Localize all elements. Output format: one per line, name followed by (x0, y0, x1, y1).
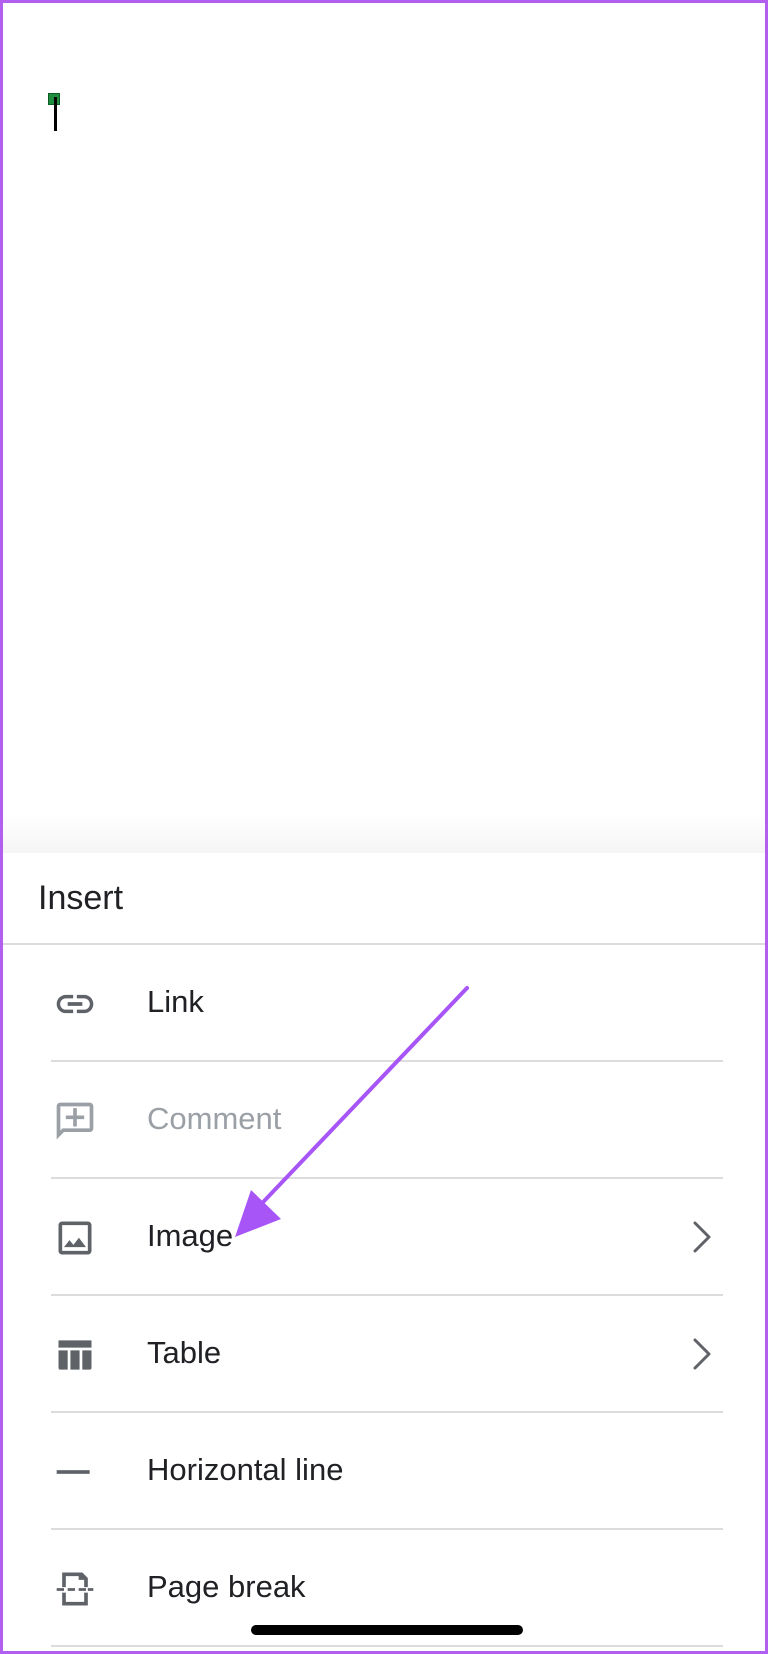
table-icon (58, 1340, 92, 1370)
add-comment-icon (56, 1102, 94, 1140)
menu-item-link[interactable]: Link (3, 945, 765, 1062)
screenshot-frame: Insert Link Comment Image Table Horizont… (0, 0, 768, 1654)
sheet-shadow (3, 813, 765, 853)
horizontal-line-icon (56, 1470, 90, 1474)
menu-item-comment[interactable]: Comment (3, 1062, 765, 1179)
menu-item-label: Table (147, 1335, 222, 1370)
chevron-right-icon (693, 1338, 711, 1370)
menu-item-image[interactable]: Image (3, 1179, 765, 1296)
sheet-header: Insert (3, 853, 765, 945)
menu-item-label: Comment (147, 1101, 282, 1136)
text-cursor (54, 97, 57, 131)
insert-menu-list: Link Comment Image Table Horizontal line… (3, 945, 765, 1647)
document-canvas[interactable] (3, 3, 765, 853)
chevron-right-icon (693, 1221, 711, 1253)
menu-item-label: Link (147, 984, 204, 1019)
image-icon (58, 1221, 92, 1255)
link-icon (56, 994, 94, 1014)
home-indicator (251, 1625, 523, 1635)
menu-item-label: Horizontal line (147, 1452, 344, 1487)
sheet-title: Insert (38, 879, 124, 917)
insert-bottom-sheet: Insert Link Comment Image Table Horizont… (3, 853, 765, 1651)
menu-item-horizontal-line[interactable]: Horizontal line (3, 1413, 765, 1530)
divider (51, 1645, 723, 1647)
menu-item-label: Page break (147, 1569, 306, 1604)
menu-item-label: Image (147, 1218, 234, 1253)
page-break-icon (56, 1572, 94, 1606)
menu-item-table[interactable]: Table (3, 1296, 765, 1413)
